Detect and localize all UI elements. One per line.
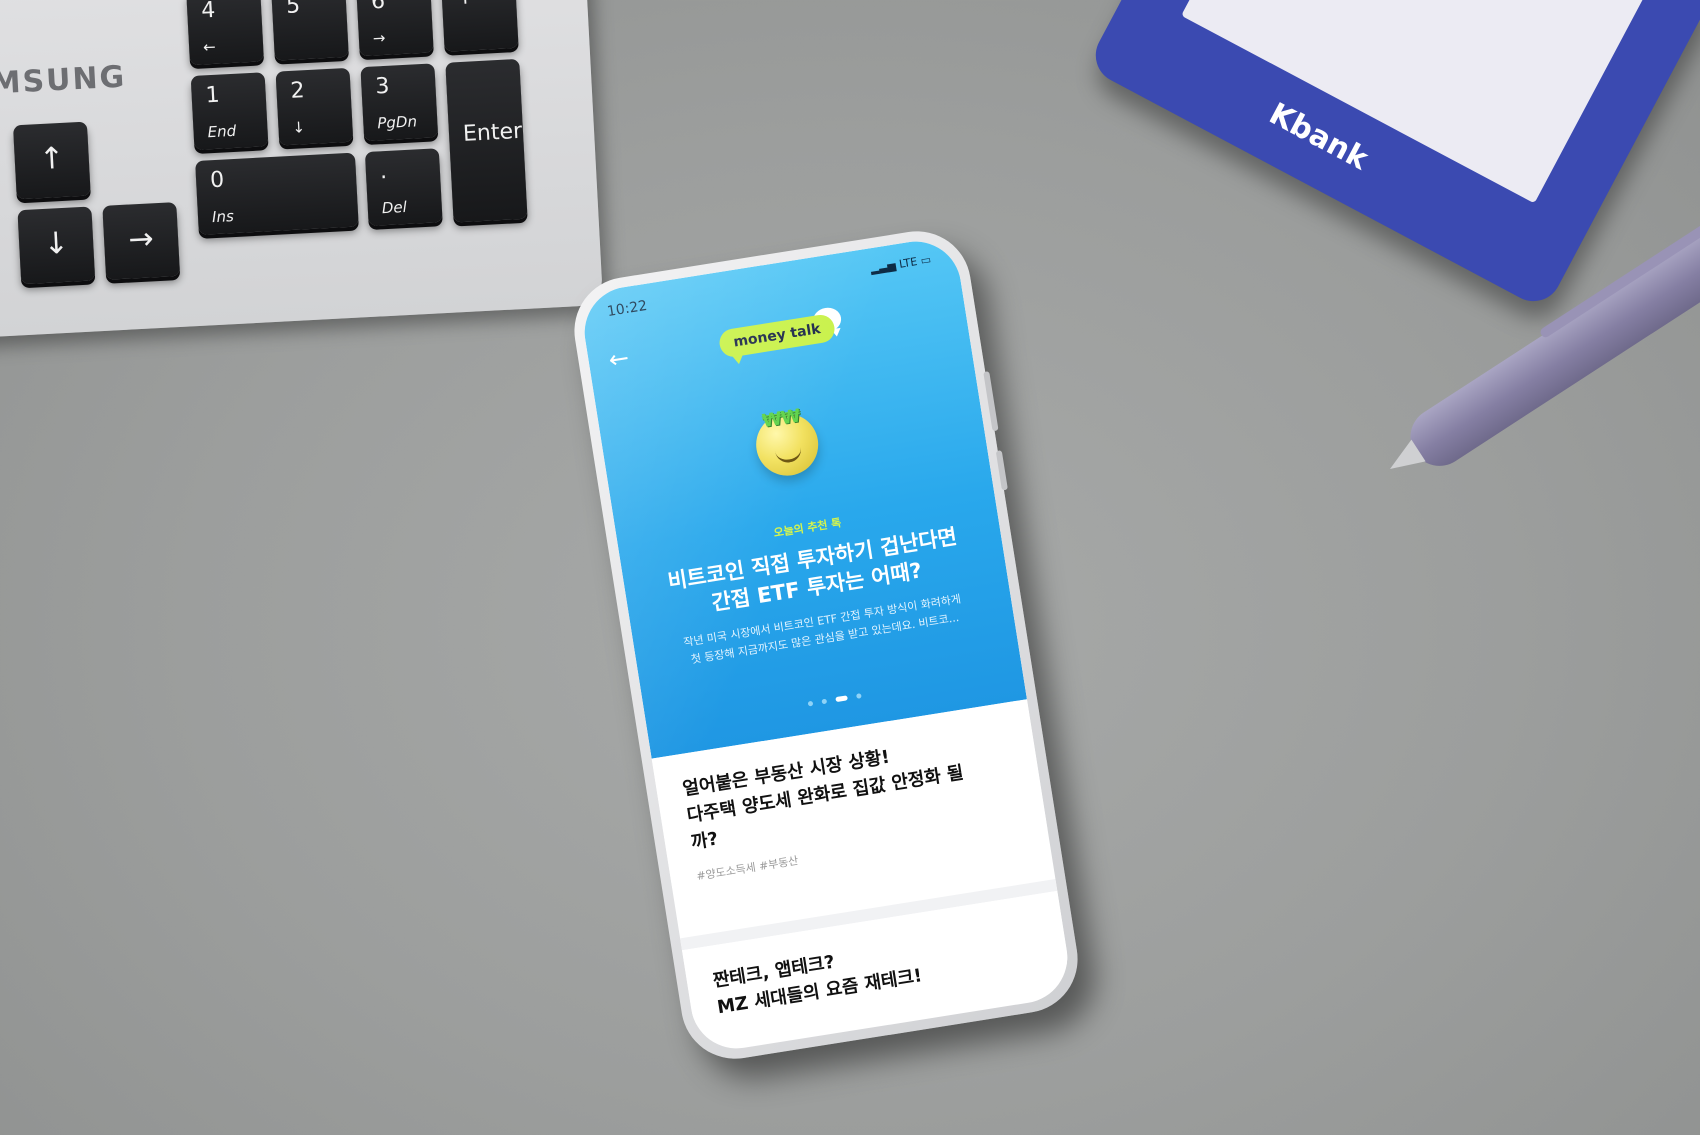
key-plus: + [440, 0, 519, 52]
key-0: 0 Ins [195, 152, 359, 235]
key-enter: Enter [445, 58, 528, 223]
keyboard-brand: MSUNG [0, 59, 128, 102]
money-talk-logo: money talk [717, 302, 873, 375]
key-2: 2 ↓ [275, 67, 354, 146]
back-arrow-icon[interactable]: ← [607, 343, 631, 374]
carousel-dot-active[interactable] [835, 695, 848, 703]
carousel-dot[interactable] [807, 700, 814, 707]
phone-screen: 10:22 ▂▃▅ LTE ▭ ← money talk ₩₩ 오늘의 추천 톡… [578, 235, 1074, 1055]
smiley-mouth [774, 445, 803, 465]
status-bar-right: ▂▃▅ LTE ▭ [870, 253, 932, 275]
carousel-dot[interactable] [821, 698, 828, 705]
key-right: → [102, 202, 181, 280]
carousel-dot[interactable] [856, 693, 862, 699]
emoji-won-text: ₩₩ [760, 405, 802, 433]
notepad-paper [1181, 0, 1648, 204]
key-4: 4 ← [186, 0, 264, 66]
network-label: LTE [898, 255, 919, 271]
kbank-notepad: Kbank [1085, 0, 1700, 311]
signal-icon: ▂▃▅ [869, 258, 897, 276]
smartphone: 10:22 ▂▃▅ LTE ▭ ← money talk ₩₩ 오늘의 추천 톡… [566, 223, 1086, 1067]
money-talk-label: money talk [717, 312, 837, 359]
key-5: 5 [271, 0, 349, 61]
smiley-won-emoji-icon: ₩₩ [751, 405, 823, 481]
battery-icon: ▭ [919, 252, 932, 268]
hero-banner[interactable]: 10:22 ▂▃▅ LTE ▭ ← money talk ₩₩ 오늘의 추천 톡… [578, 235, 1027, 759]
key-up: ↑ [12, 121, 91, 200]
key-3: 3 PgDn [360, 63, 439, 142]
key-1: 1 End [190, 72, 269, 151]
key-6: 6 → [355, 0, 434, 57]
keyboard: MSUNG 4 ← 5 6 → + 1 End 2 ↓ 3 PgDn Enter… [0, 0, 604, 340]
key-del: . Del [364, 148, 443, 226]
status-time: 10:22 [605, 297, 649, 321]
key-down: ↓ [17, 206, 96, 285]
